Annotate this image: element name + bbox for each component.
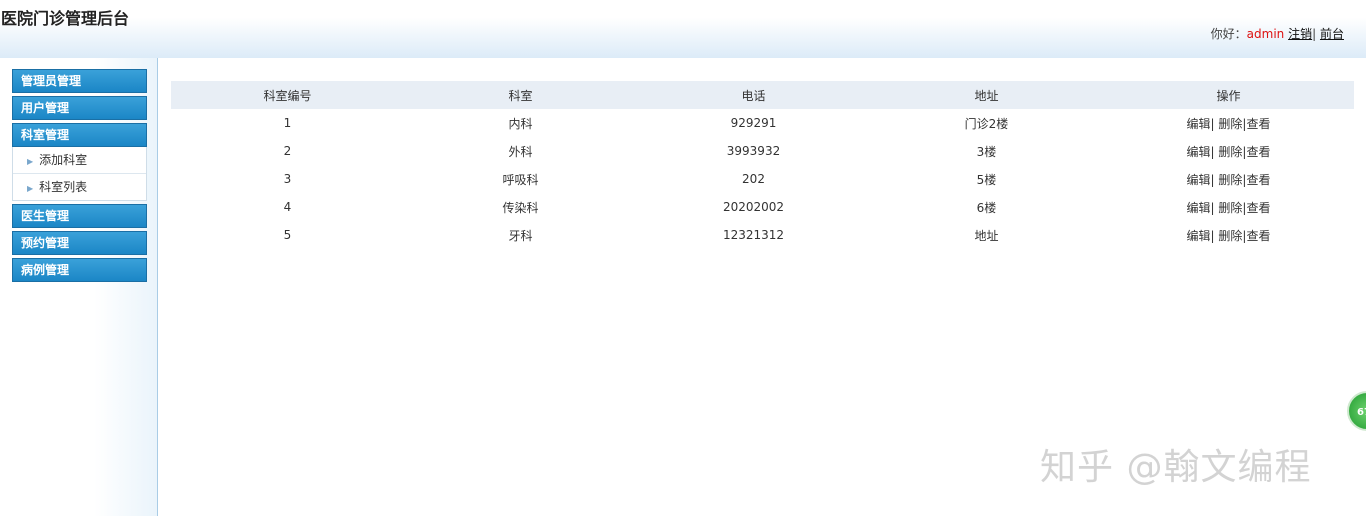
view-link[interactable]: 查看 bbox=[1246, 173, 1270, 187]
view-link[interactable]: 查看 bbox=[1246, 145, 1270, 159]
cell-actions: 编辑| 删除|查看 bbox=[1103, 165, 1354, 193]
edit-link[interactable]: 编辑 bbox=[1187, 145, 1211, 159]
view-link[interactable]: 查看 bbox=[1246, 117, 1270, 131]
menu-users[interactable]: 用户管理 bbox=[12, 96, 147, 120]
cell-id: 3 bbox=[283, 172, 292, 186]
separator: | bbox=[1210, 144, 1215, 159]
table-row: 1 内科 929291 门诊2楼 编辑| 删除|查看 bbox=[171, 109, 1354, 137]
floating-badge[interactable]: 67 bbox=[1347, 391, 1366, 431]
cell-addr: 5楼 bbox=[976, 172, 997, 187]
edit-link[interactable]: 编辑 bbox=[1187, 201, 1211, 215]
header: 医院门诊管理后台 你好：admin 注销| 前台 bbox=[0, 0, 1366, 58]
cell-phone: 202 bbox=[742, 172, 765, 186]
cell-addr: 地址 bbox=[974, 228, 999, 243]
cell-name: 内科 bbox=[508, 116, 533, 131]
submenu-label: 科室列表 bbox=[39, 180, 88, 194]
col-phone: 电话 bbox=[637, 81, 870, 109]
edit-link[interactable]: 编辑 bbox=[1187, 117, 1211, 131]
sidebar-nav: 管理员管理 用户管理 科室管理 ▶ 添加科室 ▶ 科室列表 医生管理 预约管理 病例… bbox=[12, 69, 147, 285]
watermark: 知乎 @翰文编程 bbox=[1040, 447, 1312, 488]
app-title: 医院门诊管理后台 bbox=[1, 9, 130, 28]
cell-actions: 编辑| 删除|查看 bbox=[1103, 137, 1354, 165]
delete-link[interactable]: 删除 bbox=[1218, 229, 1242, 243]
submenu-label: 添加科室 bbox=[39, 153, 88, 167]
edit-link[interactable]: 编辑 bbox=[1187, 173, 1211, 187]
table-row: 2 外科 3993932 3楼 编辑| 删除|查看 bbox=[171, 137, 1354, 165]
logout-link[interactable]: 注销 bbox=[1288, 27, 1312, 41]
arrow-right-icon: ▶ bbox=[27, 157, 34, 166]
cell-addr: 3楼 bbox=[976, 144, 997, 159]
cell-addr: 6楼 bbox=[976, 200, 997, 215]
delete-link[interactable]: 删除 bbox=[1218, 173, 1242, 187]
view-link[interactable]: 查看 bbox=[1246, 229, 1270, 243]
cell-id: 1 bbox=[283, 116, 292, 130]
delete-link[interactable]: 删除 bbox=[1218, 145, 1242, 159]
arrow-right-icon: ▶ bbox=[27, 184, 34, 193]
greeting: 你好： bbox=[1210, 27, 1247, 41]
separator: | bbox=[1312, 27, 1317, 41]
cell-phone: 12321312 bbox=[722, 228, 785, 242]
username: admin bbox=[1246, 27, 1285, 41]
cell-id: 4 bbox=[283, 200, 292, 214]
cell-actions: 编辑| 删除|查看 bbox=[1103, 221, 1354, 249]
col-name: 科室 bbox=[404, 81, 637, 109]
table-row: 4 传染科 20202002 6楼 编辑| 删除|查看 bbox=[171, 193, 1354, 221]
cell-actions: 编辑| 删除|查看 bbox=[1103, 193, 1354, 221]
separator: | bbox=[1210, 116, 1215, 131]
submenu-department-list[interactable]: ▶ 科室列表 bbox=[13, 174, 146, 200]
separator: | bbox=[1210, 200, 1215, 215]
cell-id: 2 bbox=[283, 144, 292, 158]
cell-name: 呼吸科 bbox=[502, 172, 539, 187]
sidebar: 管理员管理 用户管理 科室管理 ▶ 添加科室 ▶ 科室列表 医生管理 预约管理 病例… bbox=[0, 58, 158, 516]
delete-link[interactable]: 删除 bbox=[1218, 201, 1242, 215]
frontend-link[interactable]: 前台 bbox=[1320, 27, 1344, 41]
menu-departments[interactable]: 科室管理 bbox=[12, 123, 147, 147]
col-address: 地址 bbox=[870, 81, 1103, 109]
col-actions: 操作 bbox=[1103, 81, 1354, 109]
table-row: 3 呼吸科 202 5楼 编辑| 删除|查看 bbox=[171, 165, 1354, 193]
menu-admin[interactable]: 管理员管理 bbox=[12, 69, 147, 93]
department-table: 科室编号 科室 电话 地址 操作 1 内科 929291 门诊2楼 编辑| 删除|查看 2… bbox=[171, 81, 1354, 249]
user-bar: 你好：admin 注销| 前台 bbox=[1211, 25, 1344, 42]
cell-name: 传染科 bbox=[502, 200, 539, 215]
edit-link[interactable]: 编辑 bbox=[1187, 229, 1211, 243]
col-id: 科室编号 bbox=[171, 81, 404, 109]
cell-name: 牙科 bbox=[508, 228, 533, 243]
cell-addr: 门诊2楼 bbox=[964, 116, 1009, 131]
menu-doctors[interactable]: 医生管理 bbox=[12, 204, 147, 228]
cell-phone: 929291 bbox=[730, 116, 777, 130]
departments-submenu: ▶ 添加科室 ▶ 科室列表 bbox=[12, 147, 147, 201]
submenu-add-department[interactable]: ▶ 添加科室 bbox=[13, 147, 146, 174]
cell-phone: 3993932 bbox=[726, 144, 781, 158]
delete-link[interactable]: 删除 bbox=[1218, 117, 1242, 131]
cell-name: 外科 bbox=[508, 144, 533, 159]
cell-phone: 20202002 bbox=[722, 200, 785, 214]
cell-actions: 编辑| 删除|查看 bbox=[1103, 109, 1354, 137]
menu-cases[interactable]: 病例管理 bbox=[12, 258, 147, 282]
table-row: 5 牙科 12321312 地址 编辑| 删除|查看 bbox=[171, 221, 1354, 249]
cell-id: 5 bbox=[283, 228, 292, 242]
separator: | bbox=[1210, 228, 1215, 243]
view-link[interactable]: 查看 bbox=[1246, 201, 1270, 215]
menu-appointments[interactable]: 预约管理 bbox=[12, 231, 147, 255]
separator: | bbox=[1210, 172, 1215, 187]
